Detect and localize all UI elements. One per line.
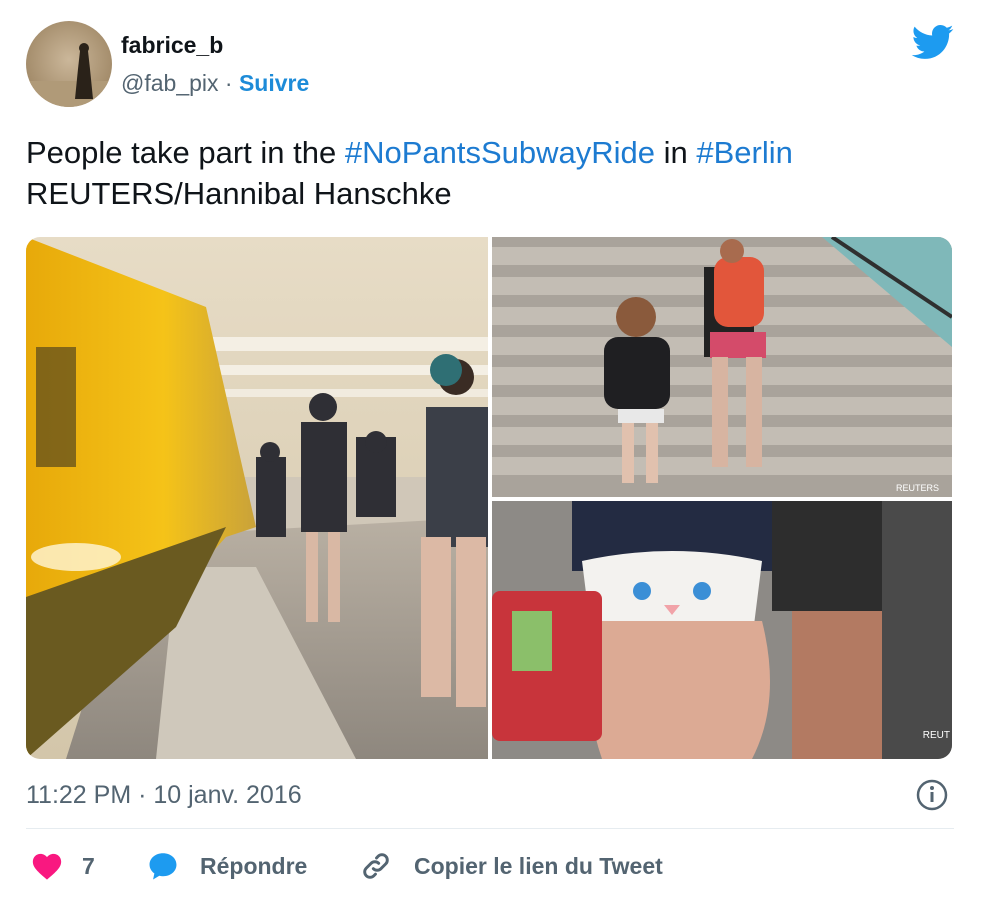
follow-button[interactable]: Suivre: [239, 70, 309, 96]
tweet-timestamp[interactable]: 11:22 PM · 10 janv. 2016: [26, 780, 302, 810]
like-count: 7: [82, 852, 95, 879]
author-handle[interactable]: @fab_pix: [121, 70, 219, 96]
cat-underwear-photo[interactable]: REUT: [492, 501, 952, 759]
reply-icon: [146, 849, 180, 883]
link-icon: [360, 850, 392, 882]
twitter-bird-icon[interactable]: [908, 20, 956, 64]
reuters-watermark: REUT: [923, 730, 950, 741]
embedded-tweet-card: fabrice_b @fab_pix · Suivre People take …: [0, 0, 982, 904]
heart-icon: [30, 849, 64, 883]
separator-dot: ·: [218, 70, 239, 96]
tweet-credit: REUTERS/Hannibal Hanschke: [26, 176, 452, 211]
tweet-text: People take part in the #NoPantsSubwayRi…: [26, 132, 956, 214]
media-grid: REUTERS REUT: [26, 237, 952, 759]
hashtag-nopantssubwayride[interactable]: #NoPantsSubwayRide: [345, 135, 655, 170]
info-icon[interactable]: [915, 778, 949, 812]
like-button[interactable]: 7: [30, 848, 95, 884]
avatar[interactable]: [26, 21, 112, 107]
hashtag-berlin[interactable]: #Berlin: [696, 135, 793, 170]
reply-label: Répondre: [200, 852, 308, 879]
tweet-text-part: People take part in the: [26, 135, 345, 170]
tweet-actions: 7 Répondre Copier le lien du Tweet: [30, 848, 950, 884]
copy-link-label: Copier le lien du Tweet: [414, 852, 663, 879]
author-display-name[interactable]: fabrice_b: [121, 30, 223, 60]
author-handle-row: @fab_pix · Suivre: [121, 68, 309, 98]
reuters-watermark: REUTERS: [896, 483, 939, 493]
tweet-text-part: in: [655, 135, 697, 170]
stairs-photo[interactable]: REUTERS: [492, 237, 952, 497]
subway-platform-photo[interactable]: [26, 237, 488, 759]
copy-link-button[interactable]: Copier le lien du Tweet: [360, 848, 663, 884]
reply-button[interactable]: Répondre: [146, 848, 307, 884]
divider: [26, 828, 954, 829]
